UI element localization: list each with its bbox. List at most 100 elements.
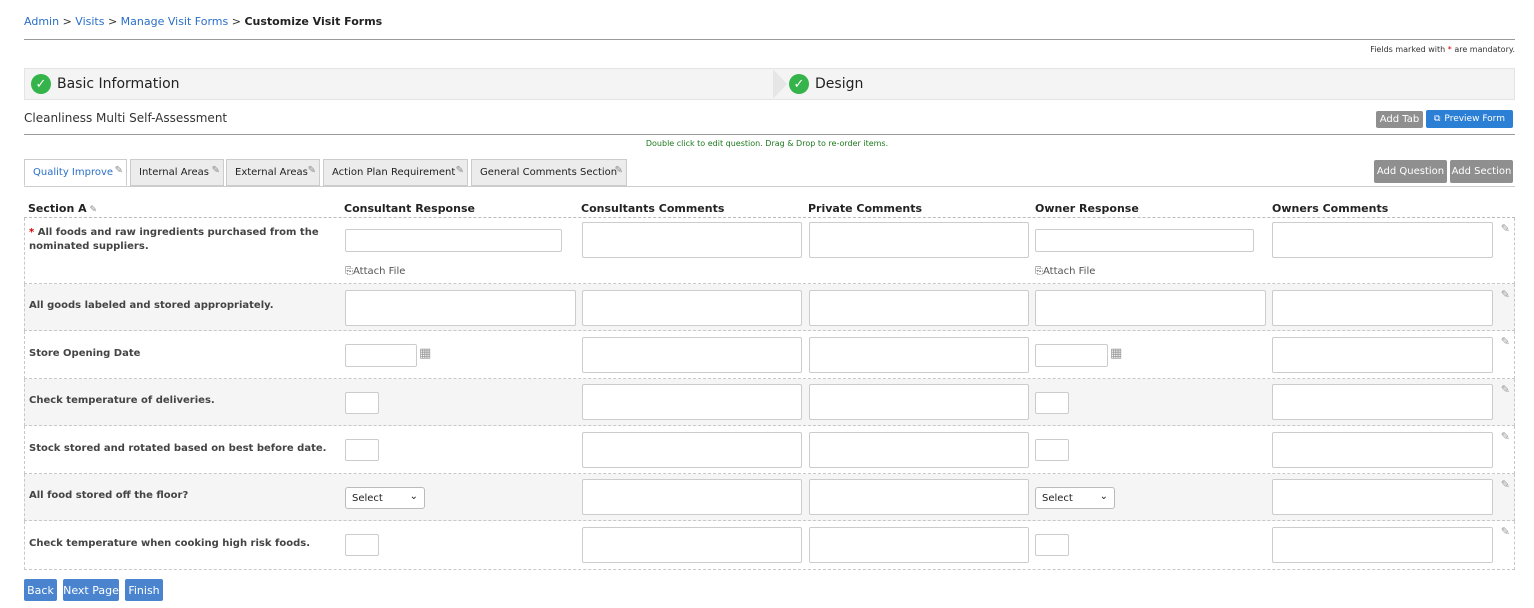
wizard-step-design[interactable]: ✓ Design: [789, 69, 863, 99]
chevron-down-icon: ⌄: [409, 491, 418, 502]
breadcrumb-manage-visit-forms[interactable]: Manage Visit Forms: [121, 15, 229, 28]
breadcrumb-separator: >: [107, 15, 118, 28]
owners-comments-textarea[interactable]: [1272, 222, 1493, 258]
mandatory-note-suffix: are mandatory.: [1454, 45, 1515, 54]
finish-button[interactable]: Finish: [125, 579, 163, 601]
edit-icon[interactable]: ✎: [1501, 478, 1510, 491]
consultant-response-input[interactable]: [345, 439, 379, 461]
question-row[interactable]: * All foods and raw ingredients purchase…: [24, 218, 1515, 284]
owners-comments-textarea[interactable]: [1272, 290, 1493, 326]
question-row[interactable]: All goods labeled and stored appropriate…: [24, 284, 1515, 331]
consultants-comments-textarea[interactable]: [582, 222, 802, 258]
tab-label: External Areas: [235, 167, 308, 178]
tab-quality-improve[interactable]: Quality Improve ✎: [24, 159, 127, 186]
owner-response-input[interactable]: [1035, 229, 1254, 252]
owner-response-input[interactable]: [1035, 392, 1069, 414]
consultants-comments-textarea[interactable]: [582, 432, 802, 468]
question-row[interactable]: Check temperature when cooking high risk…: [24, 521, 1515, 570]
consultant-response-select[interactable]: Select ⌄: [345, 487, 425, 509]
question-row[interactable]: All food stored off the floor? Select ⌄ S…: [24, 474, 1515, 521]
breadcrumb-separator: >: [62, 15, 72, 28]
private-comments-textarea[interactable]: [809, 222, 1029, 258]
add-section-button[interactable]: Add Section: [1450, 160, 1513, 183]
preview-icon: ⧉: [1433, 114, 1441, 124]
question-text: * All foods and raw ingredients purchase…: [29, 226, 339, 254]
add-question-button[interactable]: Add Question: [1374, 160, 1447, 183]
edit-icon[interactable]: ✎: [115, 165, 123, 176]
calendar-icon[interactable]: ▦: [1110, 346, 1122, 361]
tab-action-plan-requirement[interactable]: Action Plan Requirement ✎: [323, 159, 468, 186]
breadcrumb-admin[interactable]: Admin: [24, 15, 59, 28]
consultant-date-input[interactable]: [345, 344, 417, 367]
question-text: Check temperature when cooking high risk…: [29, 538, 310, 549]
consultants-comments-textarea[interactable]: [582, 337, 802, 373]
edit-icon[interactable]: ✎: [1501, 222, 1510, 235]
edit-icon[interactable]: ✎: [1501, 525, 1510, 538]
consultants-comments-textarea[interactable]: [582, 527, 802, 563]
column-header-private-comments: Private Comments: [808, 202, 923, 215]
consultant-response-input[interactable]: [345, 392, 379, 414]
consultants-comments-textarea[interactable]: [582, 290, 802, 326]
question-text: Store Opening Date: [29, 348, 141, 359]
breadcrumb-visits[interactable]: Visits: [75, 15, 104, 28]
private-comments-textarea[interactable]: [809, 337, 1029, 373]
owners-comments-textarea[interactable]: [1272, 337, 1493, 373]
consultants-comments-textarea[interactable]: [582, 384, 802, 420]
tab-external-areas[interactable]: External Areas ✎: [226, 159, 320, 186]
wizard-step-label: Design: [815, 76, 864, 92]
breadcrumb-separator: >: [231, 15, 241, 28]
required-star: *: [1447, 45, 1452, 54]
chevron-down-icon: ⌄: [1099, 491, 1108, 502]
edit-icon[interactable]: ✎: [87, 205, 98, 215]
question-row[interactable]: Stock stored and rotated based on best b…: [24, 426, 1515, 474]
owner-response-input[interactable]: [1035, 534, 1069, 556]
wizard-steps: ✓ Basic Information ✓ Design: [24, 68, 1515, 100]
owner-response-select[interactable]: Select ⌄: [1035, 487, 1115, 509]
edit-icon[interactable]: ✎: [1501, 430, 1510, 443]
next-page-button[interactable]: Next Page: [63, 579, 119, 601]
private-comments-textarea[interactable]: [809, 290, 1029, 326]
consultant-response-input[interactable]: [345, 534, 379, 556]
owners-comments-textarea[interactable]: [1272, 479, 1493, 515]
question-text: Stock stored and rotated based on best b…: [29, 443, 327, 454]
tab-underline: [24, 186, 1515, 187]
consultants-comments-textarea[interactable]: [582, 479, 802, 515]
private-comments-textarea[interactable]: [809, 432, 1029, 468]
owner-response-input[interactable]: [1035, 439, 1069, 461]
tab-internal-areas[interactable]: Internal Areas ✎: [130, 159, 224, 186]
consultant-response-textarea[interactable]: [345, 290, 576, 326]
edit-icon[interactable]: ✎: [1501, 288, 1510, 301]
owners-comments-textarea[interactable]: [1272, 432, 1493, 468]
back-button[interactable]: Back: [24, 579, 57, 601]
private-comments-textarea[interactable]: [809, 384, 1029, 420]
question-row[interactable]: Store Opening Date ▦ ▦ ✎: [24, 331, 1515, 379]
attach-file-link[interactable]: ⎘Attach File: [345, 266, 405, 277]
wizard-step-basic-information[interactable]: ✓ Basic Information: [31, 69, 180, 99]
add-tab-button[interactable]: Add Tab: [1376, 111, 1423, 128]
tab-general-comments-section[interactable]: General Comments Section ✎: [471, 159, 627, 186]
attach-file-link[interactable]: ⎘Attach File: [1035, 266, 1095, 277]
section-title[interactable]: Section A ✎: [28, 202, 97, 215]
paperclip-icon: ⎘: [345, 266, 353, 277]
required-star: *: [29, 227, 35, 238]
owners-comments-textarea[interactable]: [1272, 527, 1493, 563]
owner-response-textarea[interactable]: [1035, 290, 1266, 326]
calendar-icon[interactable]: ▦: [419, 346, 431, 361]
preview-form-button[interactable]: ⧉ Preview Form: [1426, 110, 1513, 128]
edit-icon[interactable]: ✎: [1501, 335, 1510, 348]
owners-comments-textarea[interactable]: [1272, 384, 1493, 420]
select-value: Select: [1042, 492, 1073, 504]
private-comments-textarea[interactable]: [809, 479, 1029, 515]
private-comments-textarea[interactable]: [809, 527, 1029, 563]
edit-icon[interactable]: ✎: [308, 165, 316, 176]
consultant-response-input[interactable]: [345, 229, 562, 252]
edit-icon[interactable]: ✎: [212, 165, 220, 176]
owner-date-input[interactable]: [1035, 344, 1108, 367]
edit-icon[interactable]: ✎: [615, 165, 623, 176]
check-circle-icon: ✓: [789, 74, 809, 94]
edit-icon[interactable]: ✎: [1501, 383, 1510, 396]
preview-form-label: Preview Form: [1444, 114, 1505, 124]
question-row[interactable]: Check temperature of deliveries. ✎: [24, 379, 1515, 426]
edit-icon[interactable]: ✎: [456, 165, 464, 176]
question-text: All food stored off the floor?: [29, 490, 189, 501]
